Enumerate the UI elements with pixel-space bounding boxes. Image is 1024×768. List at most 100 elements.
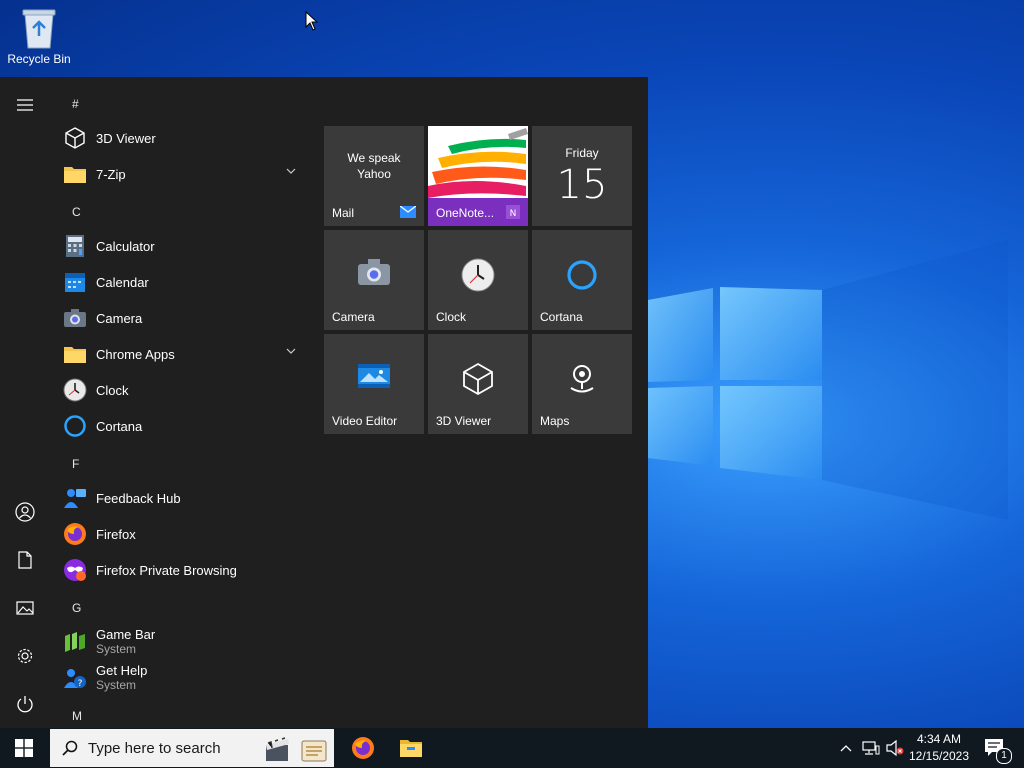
app-item-cortana[interactable]: Cortana xyxy=(62,409,310,443)
search-placeholder: Type here to search xyxy=(88,740,221,757)
folder-icon xyxy=(62,341,88,367)
app-item-7zip[interactable]: 7-Zip xyxy=(62,157,310,191)
taskbar-clock[interactable]: 4:34 AM 12/15/2023 xyxy=(904,731,974,765)
hamburger-icon xyxy=(17,99,33,111)
windows-wallpaper-logo xyxy=(648,240,1008,520)
chevron-up-icon xyxy=(840,745,852,752)
clock-icon xyxy=(62,377,88,403)
app-label: Chrome Apps xyxy=(96,346,175,362)
taskbar-firefox[interactable] xyxy=(339,728,387,768)
tile-cortana[interactable]: Cortana xyxy=(532,230,632,330)
group-header-f[interactable]: F xyxy=(72,457,79,471)
search-icon xyxy=(62,740,78,756)
mail-tile-text-line2: Yahoo xyxy=(357,167,391,181)
app-list: # 3D Viewer 7-Zip C Calculator Calendar … xyxy=(50,77,312,728)
tile-3d-viewer[interactable]: 3D Viewer xyxy=(428,334,528,434)
folder-icon xyxy=(62,161,88,187)
maps-icon xyxy=(532,362,632,396)
calendar-tile-day: 15 xyxy=(556,162,608,208)
start-button[interactable] xyxy=(0,728,48,768)
tile-label: Clock xyxy=(436,310,467,324)
group-header-hash[interactable]: # xyxy=(72,97,79,111)
app-item-chrome-apps[interactable]: Chrome Apps xyxy=(62,337,310,371)
power-button[interactable] xyxy=(9,688,41,720)
file-explorer-icon xyxy=(400,740,422,757)
hamburger-menu-button[interactable] xyxy=(9,89,41,121)
3d-viewer-icon xyxy=(428,362,528,396)
tile-video-editor[interactable]: Video Editor xyxy=(324,334,424,434)
app-item-get-help[interactable]: ? Get Help System xyxy=(62,661,310,695)
settings-button[interactable] xyxy=(9,640,41,672)
3d-viewer-icon xyxy=(62,125,88,151)
app-sublabel: System xyxy=(96,642,137,656)
calendar-icon xyxy=(62,269,88,295)
get-help-icon: ? xyxy=(62,665,88,691)
app-item-game-bar[interactable]: Game Bar System xyxy=(62,625,310,659)
chevron-down-icon[interactable] xyxy=(286,348,296,354)
action-center-button[interactable]: 1 xyxy=(980,728,1012,768)
recycle-bin-label: Recycle Bin xyxy=(7,52,71,66)
tile-label: Video Editor xyxy=(332,414,398,428)
svg-text:?: ? xyxy=(78,679,83,689)
tile-label: Cortana xyxy=(540,310,583,324)
app-label: Clock xyxy=(96,382,129,398)
start-menu: # 3D Viewer 7-Zip C Calculator Calendar … xyxy=(0,77,648,728)
camera-icon xyxy=(62,305,88,331)
app-label: Get Help xyxy=(96,663,148,678)
tile-onenote[interactable]: OneNote... N xyxy=(428,126,528,226)
app-item-feedback-hub[interactable]: Feedback Hub xyxy=(62,481,310,515)
app-item-clock[interactable]: Clock xyxy=(62,373,310,407)
app-item-firefox[interactable]: Firefox xyxy=(62,517,310,551)
user-icon xyxy=(15,502,35,522)
tile-label: 3D Viewer xyxy=(436,414,492,428)
volume-tray-button[interactable] xyxy=(884,728,906,768)
recycle-bin-icon xyxy=(22,9,56,49)
recycle-bin-desktop-icon[interactable]: Recycle Bin xyxy=(6,6,72,66)
group-header-c[interactable]: C xyxy=(72,205,81,219)
clock-icon xyxy=(428,258,528,292)
tile-calendar[interactable]: Friday 15 xyxy=(532,126,632,226)
app-label: Calculator xyxy=(96,238,155,254)
gear-icon xyxy=(17,648,33,664)
clock-date: 12/15/2023 xyxy=(908,749,970,763)
app-label: 7-Zip xyxy=(96,166,126,182)
search-highlight-illustration-icon xyxy=(266,737,327,762)
network-icon xyxy=(862,741,880,755)
tile-mail[interactable]: We speak Yahoo Mail xyxy=(324,126,424,226)
camera-icon xyxy=(324,258,424,286)
app-item-calculator[interactable]: Calculator xyxy=(62,229,310,263)
game-bar-icon xyxy=(62,629,88,655)
documents-button[interactable] xyxy=(9,544,41,576)
feedback-hub-icon xyxy=(62,485,88,511)
show-hidden-icons-button[interactable] xyxy=(836,728,856,768)
user-account-button[interactable] xyxy=(9,496,41,528)
tile-label: Maps xyxy=(540,414,570,428)
chevron-down-icon[interactable] xyxy=(286,168,296,174)
app-label: Calendar xyxy=(96,274,149,290)
app-label: Feedback Hub xyxy=(96,490,181,506)
app-item-firefox-private[interactable]: Firefox Private Browsing xyxy=(62,553,310,587)
taskbar-file-explorer[interactable] xyxy=(387,728,435,768)
app-label: Firefox Private Browsing xyxy=(96,562,237,578)
onenote-icon: N xyxy=(506,205,520,219)
app-item-3d-viewer[interactable]: 3D Viewer xyxy=(62,121,310,155)
group-header-m[interactable]: M xyxy=(72,709,82,723)
firefox-private-icon xyxy=(62,557,88,583)
tile-camera[interactable]: Camera xyxy=(324,230,424,330)
tile-maps[interactable]: Maps xyxy=(532,334,632,434)
video-editor-icon xyxy=(324,362,424,390)
tile-clock[interactable]: Clock xyxy=(428,230,528,330)
group-header-g[interactable]: G xyxy=(72,601,81,615)
app-item-calendar[interactable]: Calendar xyxy=(62,265,310,299)
app-label: Game Bar xyxy=(96,627,156,642)
app-label: Camera xyxy=(96,310,143,326)
app-label: Cortana xyxy=(96,418,143,434)
network-tray-button[interactable] xyxy=(860,728,882,768)
pictures-button[interactable] xyxy=(9,592,41,624)
taskbar-search-box[interactable]: Type here to search xyxy=(50,729,334,767)
app-item-camera[interactable]: Camera xyxy=(62,301,310,335)
app-sublabel: System xyxy=(96,678,137,692)
svg-text:N: N xyxy=(510,209,517,219)
calendar-tile-weekday: Friday xyxy=(565,146,599,160)
firefox-icon xyxy=(62,521,88,547)
